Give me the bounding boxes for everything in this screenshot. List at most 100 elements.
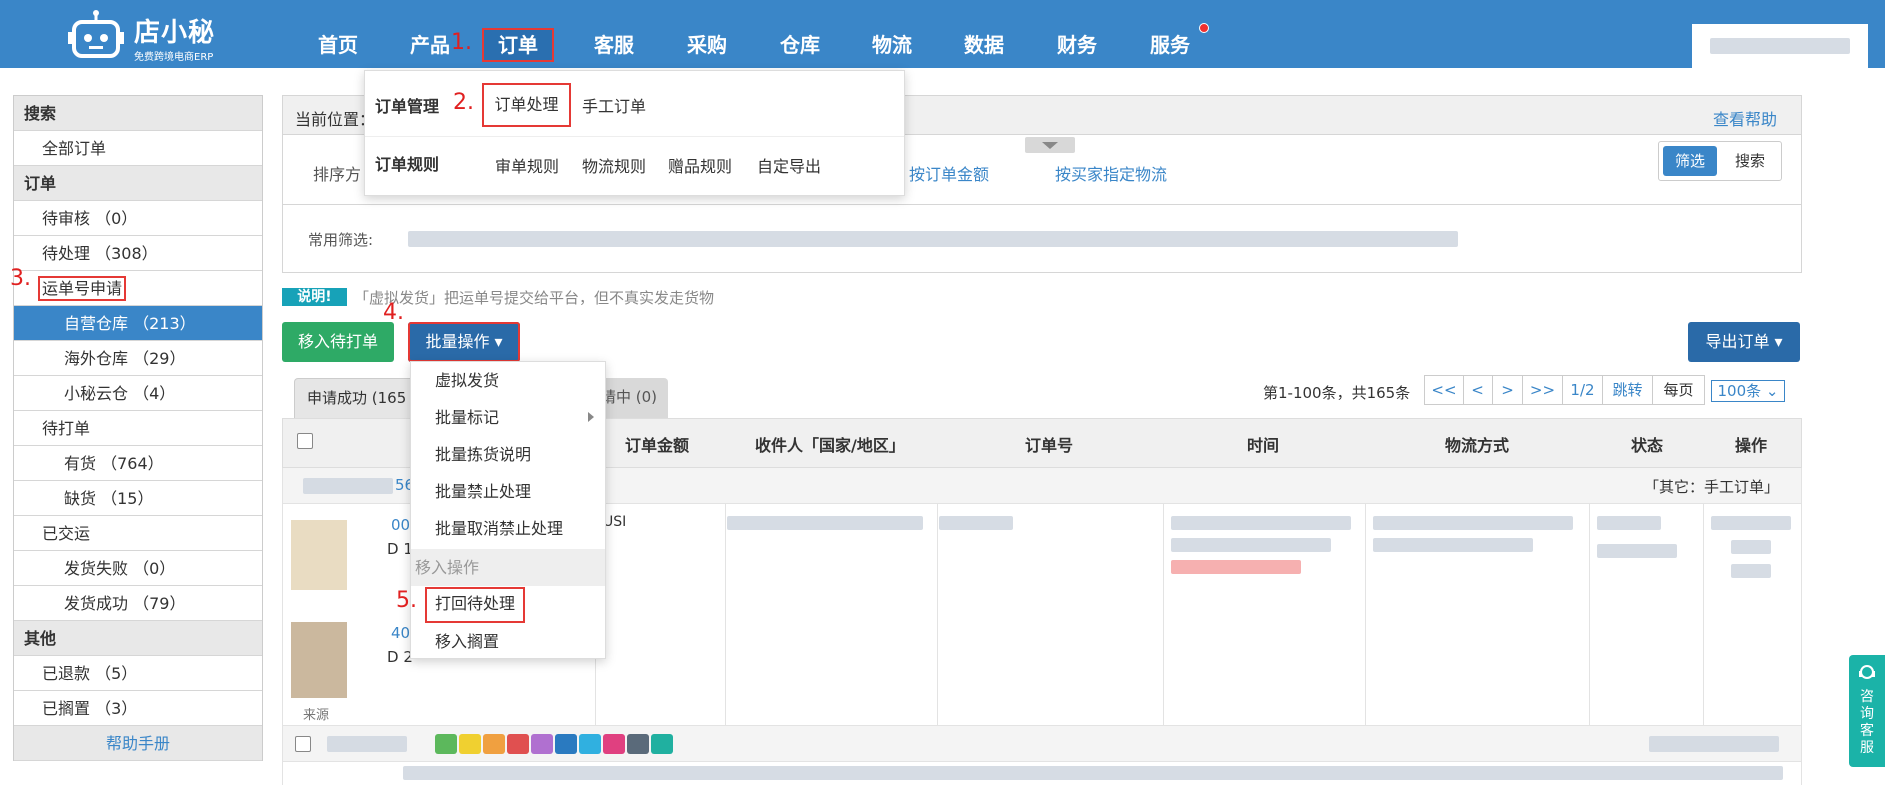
sidebar-item-in-stock[interactable]: 有货 （764） [14, 446, 262, 481]
sidebar-item-out-of-stock[interactable]: 缺货 （15） [14, 481, 262, 516]
menu-logistics-rules[interactable]: 物流规则 [582, 153, 646, 177]
tag-chip[interactable] [483, 734, 505, 754]
nav-customer-service[interactable]: 客服 [594, 0, 634, 68]
tag-chip[interactable] [555, 734, 577, 754]
column-order-amount[interactable]: 订单金额 [625, 432, 689, 456]
sidebar-group-orders: 订单 [14, 166, 262, 201]
sku-partial[interactable]: 00 [391, 516, 410, 534]
breadcrumb: 当前位置： [295, 110, 376, 129]
per-page-select[interactable]: 100条 ⌄ [1711, 380, 1785, 402]
tag-chip[interactable] [627, 734, 649, 754]
sidebar-item-self-warehouse[interactable]: 自营仓库 （213） [14, 306, 262, 341]
menu-batch-pick-note[interactable]: 批量拣货说明 [411, 436, 605, 473]
caret-down-icon [1042, 142, 1058, 149]
common-filter-panel: 常用筛选: [282, 205, 1802, 273]
pager-first[interactable]: << [1424, 375, 1464, 405]
tab-apply-success[interactable]: 申请成功 (165 [294, 378, 424, 418]
consult-service-tab[interactable]: 咨询客服 [1849, 655, 1885, 767]
menu-gift-rules[interactable]: 赠品规则 [668, 153, 732, 177]
pager-prev[interactable]: < [1463, 375, 1493, 405]
sort-by-buyer-logistics[interactable]: 按买家指定物流 [1055, 161, 1167, 185]
search-button[interactable]: 搜索 [1725, 146, 1775, 176]
sort-by-amount[interactable]: 按订单金额 [909, 161, 989, 185]
menu-custom-export[interactable]: 自定导出 [757, 153, 821, 177]
source-dropdown[interactable]: 来源 [303, 704, 329, 723]
sidebar-item-refunded[interactable]: 已退款 （5） [14, 656, 262, 691]
per-page-value: 100条 [1717, 382, 1762, 400]
per-page-label: 每页 [1653, 375, 1705, 405]
product-thumbnail[interactable] [291, 622, 347, 698]
page-info: 第1-100条，共165条 [1263, 384, 1411, 402]
menu-batch-undisable[interactable]: 批量取消禁止处理 [411, 510, 605, 547]
common-filter-label: 常用筛选: [308, 231, 374, 249]
pager-jump[interactable]: 跳转 [1603, 375, 1653, 405]
sidebar-item-ship-failed[interactable]: 发货失败 （0） [14, 551, 262, 586]
sidebar-group-other: 其他 [14, 621, 262, 656]
mega-menu-order-management: 订单管理 [375, 97, 440, 116]
sidebar-item-shelved[interactable]: 已搁置 （3） [14, 691, 262, 726]
tag-chip[interactable] [603, 734, 625, 754]
column-time[interactable]: 时间 [1247, 432, 1279, 456]
orders-mega-menu: 订单管理 订单处理 手工订单 订单规则 审单规则 物流规则 赠品规则 自定导出 [364, 70, 905, 196]
pager-next[interactable]: > [1493, 375, 1523, 405]
help-manual-link[interactable]: 帮助手册 [14, 726, 262, 761]
tag-chip[interactable] [651, 734, 673, 754]
help-link[interactable]: 查看帮助 [1713, 106, 1777, 130]
brand-name: 店小秘 [134, 18, 216, 48]
export-orders-button[interactable]: 导出订单 ▾ [1688, 322, 1800, 362]
menu-return-to-pending[interactable]: 打回待处理 [425, 587, 525, 623]
menu-virtual-ship[interactable]: 虚拟发货 [411, 362, 605, 399]
menu-batch-disable[interactable]: 批量禁止处理 [411, 473, 605, 510]
nav-home[interactable]: 首页 [318, 0, 358, 68]
batch-operations-button[interactable]: 批量操作 ▾ [408, 322, 520, 362]
tag-chip[interactable] [531, 734, 553, 754]
nav-warehouse[interactable]: 仓库 [780, 0, 820, 68]
nav-purchase[interactable]: 采购 [687, 0, 727, 68]
column-status: 状态 [1631, 436, 1664, 455]
sku-id-partial: D 1 [387, 540, 413, 558]
menu-order-processing[interactable]: 订单处理 [482, 83, 571, 127]
notification-dot [1199, 23, 1209, 33]
sidebar-item-to-print[interactable]: 待打单 [14, 411, 262, 446]
sidebar-item-waybill-apply[interactable]: 运单号申请 [14, 271, 262, 306]
menu-manual-order[interactable]: 手工订单 [582, 93, 646, 117]
sku-partial[interactable]: 40 [391, 624, 410, 642]
sidebar: 搜索 全部订单 订单 待审核 （0） 待处理 （308） 运单号申请 自营仓库 … [13, 95, 263, 761]
sidebar-item-ship-success[interactable]: 发货成功 （79） [14, 586, 262, 621]
nav-orders[interactable]: 订单 [482, 28, 554, 62]
pager-last[interactable]: >> [1523, 375, 1563, 405]
sidebar-item-overseas-warehouse[interactable]: 海外仓库 （29） [14, 341, 262, 376]
common-filter-items[interactable] [408, 231, 1458, 247]
tag-chip[interactable] [459, 734, 481, 754]
logo[interactable]: 店小秘 免费跨境电商ERP [68, 4, 228, 63]
row-checkbox[interactable] [295, 736, 311, 752]
select-all-checkbox[interactable] [297, 433, 313, 449]
nav-data[interactable]: 数据 [964, 0, 1004, 68]
sidebar-item-all-orders[interactable]: 全部订单 [14, 131, 262, 166]
pager-current: 1/2 [1563, 375, 1603, 405]
menu-review-rules[interactable]: 审单规则 [495, 153, 559, 177]
collapse-toggle[interactable] [1025, 137, 1075, 153]
tag-chip[interactable] [507, 734, 529, 754]
filter-button[interactable]: 筛选 [1663, 146, 1717, 176]
step-4-marker: 4. [383, 300, 404, 325]
sidebar-item-pending-process[interactable]: 待处理 （308） [14, 236, 262, 271]
batch-operations-menu: 虚拟发货 批量标记 批量拣货说明 批量禁止处理 批量取消禁止处理 移入操作 打回… [410, 361, 606, 659]
menu-batch-mark[interactable]: 批量标记 [411, 399, 605, 436]
menu-section-move: 移入操作 [411, 549, 605, 586]
tag-chip[interactable] [435, 734, 457, 754]
amount-currency-partial: USI [603, 514, 627, 530]
nav-logistics[interactable]: 物流 [872, 0, 912, 68]
move-to-print-button[interactable]: 移入待打单 [282, 322, 394, 362]
column-order-number: 订单号 [1025, 436, 1074, 455]
nav-finance[interactable]: 财务 [1057, 0, 1097, 68]
nav-products[interactable]: 产品 [410, 0, 450, 68]
sidebar-item-xiaomi-cloud[interactable]: 小秘云仓 （4） [14, 376, 262, 411]
sidebar-item-shipped[interactable]: 已交运 [14, 516, 262, 551]
tag-chip[interactable] [579, 734, 601, 754]
product-thumbnail[interactable] [291, 520, 347, 590]
user-account-box[interactable] [1692, 24, 1868, 68]
menu-move-to-shelved[interactable]: 移入搁置 [411, 623, 605, 660]
nav-service[interactable]: 服务 [1150, 0, 1190, 68]
sidebar-item-pending-review[interactable]: 待审核 （0） [14, 201, 262, 236]
